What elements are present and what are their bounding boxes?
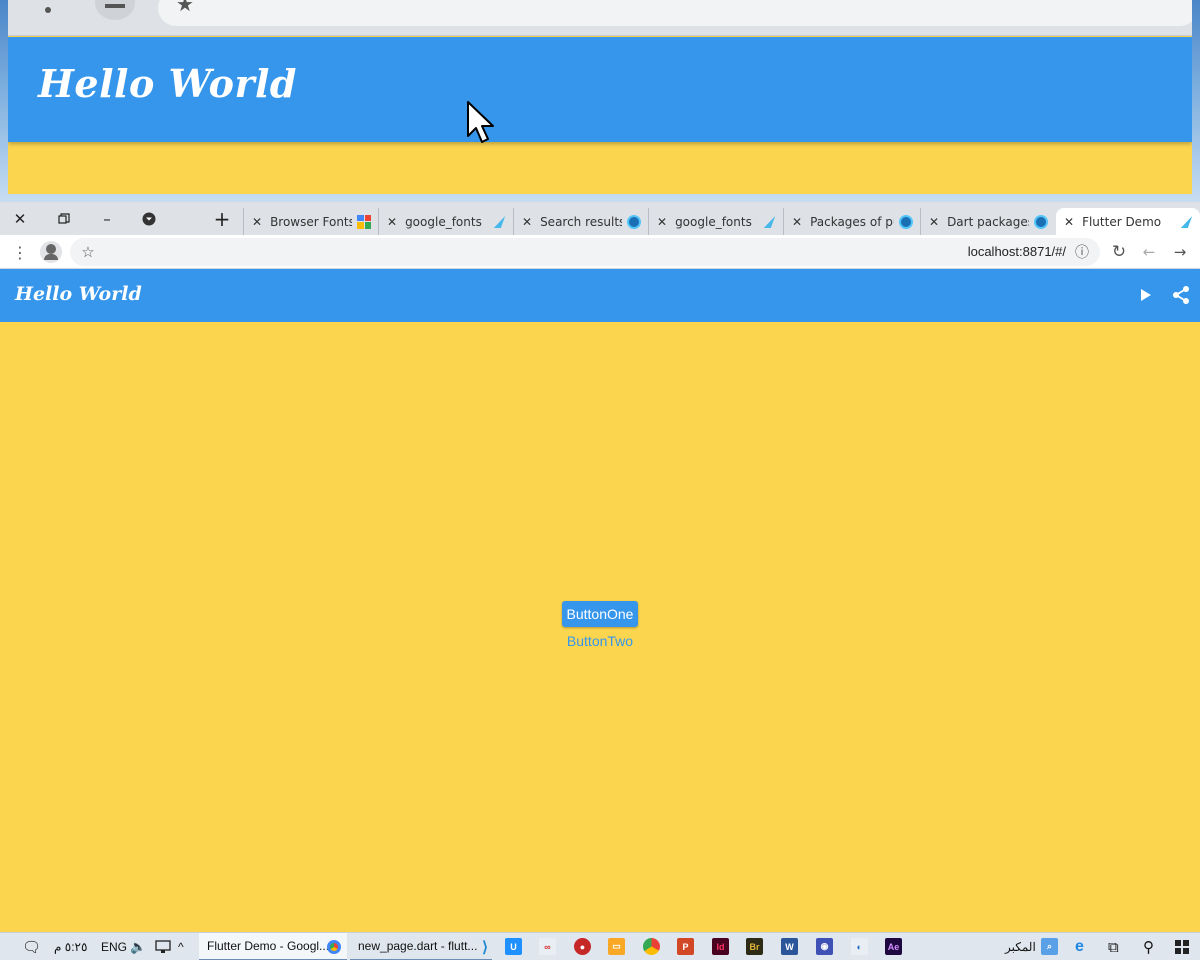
button-one[interactable]: ButtonOne bbox=[562, 601, 638, 627]
back-arrow-icon[interactable]: ← bbox=[1135, 235, 1163, 269]
magnifier-app[interactable]: المكبر bbox=[1005, 933, 1036, 960]
dart-icon bbox=[626, 214, 642, 230]
flutter-icon bbox=[1178, 214, 1194, 230]
site-info-icon[interactable]: ⓘ bbox=[1068, 235, 1096, 269]
tab-strip: ✕ – + ✕ Browser Fonts - ✕ google_fonts |… bbox=[0, 202, 1200, 235]
tab-search-icon[interactable] bbox=[129, 202, 169, 235]
zoomed-app-title: Hello World bbox=[38, 61, 297, 106]
search-icon[interactable]: ⚲ bbox=[1143, 933, 1154, 960]
record-icon[interactable]: ● bbox=[574, 938, 591, 955]
edge-icon[interactable]: e bbox=[1071, 938, 1088, 955]
tab-search-results[interactable]: ✕ Search results f bbox=[513, 208, 648, 235]
tab-packages[interactable]: ✕ Packages of pu bbox=[783, 208, 920, 235]
zoomed-window: ★ Hello World bbox=[8, 0, 1192, 194]
chevron-up-icon[interactable]: ^ bbox=[178, 933, 184, 960]
powerpoint-icon[interactable]: P bbox=[677, 938, 694, 955]
tab-browse-fonts[interactable]: ✕ Browser Fonts - bbox=[243, 208, 378, 235]
app-icon[interactable]: ◐ bbox=[851, 938, 868, 955]
tab-flutter-demo[interactable]: ✕ Flutter Demo bbox=[1056, 208, 1200, 235]
play-icon[interactable] bbox=[1133, 283, 1157, 307]
chrome-icon[interactable] bbox=[643, 938, 660, 955]
address-bar[interactable] bbox=[70, 238, 1100, 266]
taskbar: 🗨 ٥:٢٥ م ENG 🔈 ^ Flutter Demo - Googl...… bbox=[0, 932, 1200, 960]
close-tab-icon[interactable]: ✕ bbox=[929, 215, 939, 229]
zoomed-star-icon: ★ bbox=[176, 0, 194, 16]
word-icon[interactable]: W bbox=[781, 938, 798, 955]
app-title: Hello World bbox=[15, 283, 142, 305]
minimize-window-icon[interactable]: – bbox=[87, 202, 127, 235]
close-tab-icon[interactable]: ✕ bbox=[252, 215, 262, 229]
restore-window-icon[interactable] bbox=[44, 202, 84, 235]
vscode-icon: ⟩ bbox=[482, 939, 488, 956]
profile-avatar-icon[interactable] bbox=[40, 241, 62, 263]
shield-icon[interactable]: U bbox=[505, 938, 522, 955]
mouse-cursor-icon bbox=[467, 101, 494, 143]
close-tab-icon[interactable]: ✕ bbox=[1064, 215, 1074, 229]
forward-arrow-icon[interactable]: → bbox=[1166, 235, 1194, 269]
close-tab-icon[interactable]: ✕ bbox=[792, 215, 802, 229]
magnifier-icon[interactable]: ⌕ bbox=[1041, 938, 1058, 955]
language-indicator[interactable]: ENG bbox=[101, 933, 127, 960]
zoomed-avatar-icon bbox=[95, 0, 135, 20]
tab-google-fonts[interactable]: ✕ google_fonts | bbox=[378, 208, 513, 235]
close-tab-icon[interactable]: ✕ bbox=[522, 215, 532, 229]
bookmark-star-icon[interactable]: ☆ bbox=[74, 235, 102, 269]
google-fonts-icon bbox=[356, 214, 372, 230]
task-view-icon[interactable]: ⧉ bbox=[1108, 933, 1119, 960]
dart-icon bbox=[898, 214, 914, 230]
browser-toolbar: ⋮ ☆ localhost:8871/#/ ⓘ ↻ ← → bbox=[0, 235, 1200, 269]
zoomed-app-bar: Hello World bbox=[8, 37, 1192, 142]
zoomed-browser-chrome: ★ bbox=[8, 0, 1192, 36]
zoomed-omnibox bbox=[158, 0, 1192, 26]
folder-icon[interactable]: ▭ bbox=[608, 938, 625, 955]
network-icon[interactable] bbox=[155, 933, 171, 960]
volume-icon[interactable]: 🔈 bbox=[130, 933, 146, 960]
taskbar-app-label: new_page.dart - flutt... bbox=[358, 939, 478, 953]
clock[interactable]: ٥:٢٥ م bbox=[54, 933, 87, 960]
button-two[interactable]: ButtonTwo bbox=[560, 631, 640, 651]
share-icon[interactable] bbox=[1169, 283, 1193, 307]
bridge-icon[interactable]: Br bbox=[746, 938, 763, 955]
new-tab-button[interactable]: + bbox=[202, 202, 242, 235]
reload-icon[interactable]: ↻ bbox=[1105, 235, 1133, 269]
close-tab-icon[interactable]: ✕ bbox=[657, 215, 667, 229]
app-icon[interactable]: ◉ bbox=[816, 938, 833, 955]
tab-google-fonts-2[interactable]: ✕ google_fonts 1 bbox=[648, 208, 783, 235]
close-tab-icon[interactable]: ✕ bbox=[387, 215, 397, 229]
after-effects-icon[interactable]: Ae bbox=[885, 938, 902, 955]
app-icon[interactable]: ∞ bbox=[539, 938, 556, 955]
taskbar-app-label: Flutter Demo - Googl... bbox=[207, 939, 330, 953]
dart-icon bbox=[1033, 214, 1049, 230]
app-bar: Hello World bbox=[0, 269, 1200, 322]
menu-dots-icon[interactable]: ⋮ bbox=[6, 235, 34, 269]
taskbar-app-chrome[interactable]: Flutter Demo - Googl... bbox=[199, 933, 347, 960]
flutter-icon bbox=[761, 214, 777, 230]
zoomed-menu-icon bbox=[45, 7, 51, 13]
chrome-icon bbox=[327, 940, 341, 954]
close-window-icon[interactable]: ✕ bbox=[0, 202, 40, 235]
notifications-icon[interactable]: 🗨 bbox=[22, 933, 41, 960]
url-text: localhost:8871/#/ bbox=[967, 244, 1066, 259]
app-body: ButtonOne ButtonTwo bbox=[0, 322, 1200, 932]
flutter-icon bbox=[491, 214, 507, 230]
tab-dart-packages[interactable]: ✕ Dart packages bbox=[920, 208, 1055, 235]
taskbar-app-vscode[interactable]: new_page.dart - flutt... ⟩ bbox=[350, 933, 492, 960]
indesign-icon[interactable]: Id bbox=[712, 938, 729, 955]
windows-start-icon[interactable] bbox=[1175, 933, 1189, 960]
